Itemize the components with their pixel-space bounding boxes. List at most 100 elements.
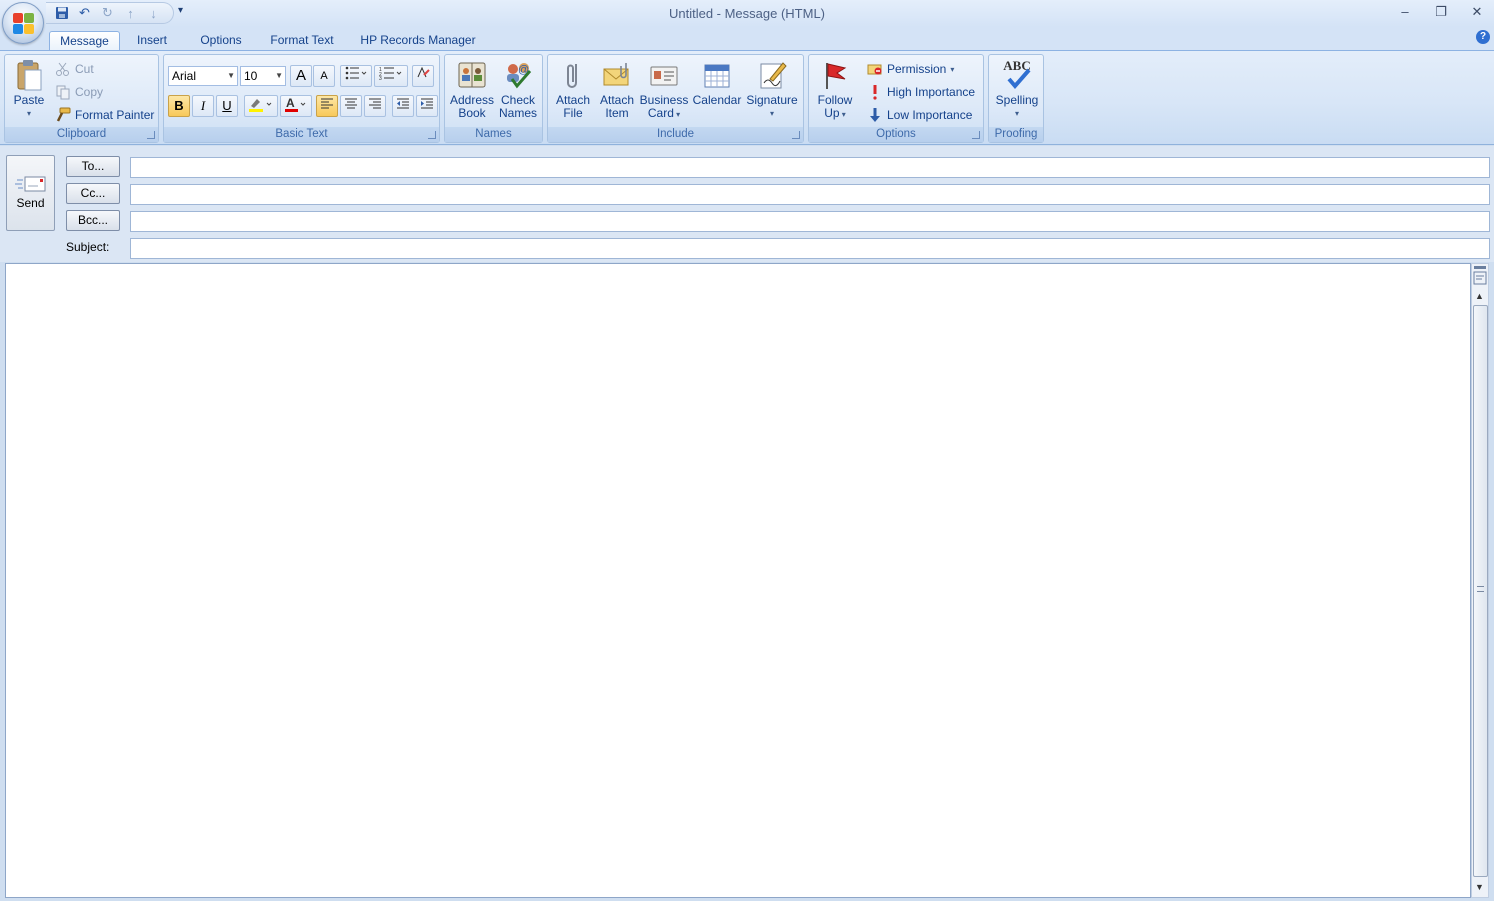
grow-font-button[interactable]: A bbox=[290, 65, 312, 87]
check-names-label-line2: Names bbox=[498, 106, 537, 120]
copy-button[interactable]: Copy bbox=[55, 83, 103, 101]
check-names-button[interactable]: @ Check Names bbox=[495, 59, 541, 120]
paste-button[interactable]: Paste ▾ bbox=[9, 59, 49, 120]
bcc-field[interactable] bbox=[130, 211, 1490, 232]
to-field[interactable] bbox=[130, 157, 1490, 178]
follow-up-button[interactable]: Follow Up ▾ bbox=[813, 59, 857, 121]
attach-item-button[interactable]: Attach Item bbox=[596, 59, 638, 120]
business-card-button[interactable]: Business Card ▾ bbox=[639, 59, 689, 121]
high-importance-button[interactable]: High Importance bbox=[867, 83, 975, 101]
cc-field[interactable] bbox=[130, 184, 1490, 205]
tab-message[interactable]: Message bbox=[49, 31, 120, 52]
split-handle-icon[interactable] bbox=[1474, 266, 1486, 269]
subject-label: Subject: bbox=[66, 240, 110, 254]
follow-up-label-line2: Up ▾ bbox=[813, 107, 857, 121]
font-name-select[interactable]: Arial ▼ bbox=[168, 66, 238, 86]
chevron-down-icon: ▾ bbox=[950, 64, 955, 74]
chevron-down-icon: ▾ bbox=[1014, 109, 1019, 118]
signature-icon bbox=[756, 59, 788, 91]
message-body[interactable] bbox=[5, 263, 1471, 898]
clipboard-launcher-icon[interactable] bbox=[147, 131, 155, 139]
basic-text-group: Arial ▼ 10 ▼ A A 123 B I U A Basic Text bbox=[163, 54, 440, 143]
align-left-icon bbox=[321, 98, 333, 109]
calendar-icon bbox=[701, 59, 733, 91]
spelling-button[interactable]: ABC Spelling ▾ bbox=[991, 59, 1043, 120]
tab-format-text[interactable]: Format Text bbox=[262, 31, 342, 52]
cc-button[interactable]: Cc... bbox=[66, 183, 120, 204]
clear-formatting-button[interactable] bbox=[412, 65, 434, 87]
bullets-icon bbox=[345, 66, 367, 80]
tab-insert[interactable]: Insert bbox=[126, 31, 178, 52]
decrease-indent-icon bbox=[397, 98, 409, 109]
bullets-button[interactable] bbox=[340, 65, 372, 87]
font-color-button[interactable]: A bbox=[280, 95, 312, 117]
address-book-button[interactable]: Address Book bbox=[448, 59, 496, 120]
subject-field[interactable] bbox=[130, 238, 1490, 259]
scroll-down-icon[interactable]: ▼ bbox=[1475, 882, 1484, 892]
bold-label: B bbox=[174, 98, 184, 113]
signature-button[interactable]: Signature ▾ bbox=[744, 59, 800, 120]
tab-options[interactable]: Options bbox=[190, 31, 252, 52]
format-painter-button[interactable]: Format Painter bbox=[55, 106, 154, 124]
cut-button[interactable]: Cut bbox=[55, 60, 94, 78]
send-button[interactable]: Send bbox=[6, 155, 55, 231]
numbering-button[interactable]: 123 bbox=[374, 65, 408, 87]
include-group-label: Include bbox=[548, 127, 803, 142]
tab-hp-records-manager[interactable]: HP Records Manager bbox=[354, 31, 482, 52]
maximize-button[interactable]: ❐ bbox=[1426, 2, 1456, 22]
attach-item-label-line2: Item bbox=[605, 106, 629, 120]
options-group: Follow Up ▾ Permission ▾ High Importance… bbox=[808, 54, 984, 143]
minimize-button[interactable]: – bbox=[1390, 2, 1420, 22]
ribbon: Paste ▾ Cut Copy Format Painter Clipboar… bbox=[0, 50, 1494, 145]
bcc-button[interactable]: Bcc... bbox=[66, 210, 120, 231]
shrink-font-button[interactable]: A bbox=[313, 65, 335, 87]
format-painter-label: Format Painter bbox=[75, 108, 155, 122]
scroll-up-icon[interactable]: ▲ bbox=[1475, 291, 1484, 301]
close-button[interactable]: ✕ bbox=[1462, 2, 1492, 22]
paste-dropdown-icon[interactable]: ▾ bbox=[9, 107, 49, 120]
office-button[interactable] bbox=[2, 2, 44, 44]
font-name-value: Arial bbox=[172, 69, 197, 83]
to-button[interactable]: To... bbox=[66, 156, 120, 177]
align-center-button[interactable] bbox=[340, 95, 362, 117]
underline-button[interactable]: U bbox=[216, 95, 238, 117]
scroll-thumb[interactable] bbox=[1473, 305, 1488, 877]
address-book-icon bbox=[456, 59, 488, 91]
decrease-indent-button[interactable] bbox=[392, 95, 414, 117]
title-bar: ↶ ↻ ↑ ↓ ▾ Untitled - Message (HTML) – ❐ … bbox=[0, 0, 1494, 27]
shrink-font-label: A bbox=[320, 70, 328, 82]
svg-text:A: A bbox=[286, 96, 295, 110]
attach-file-button[interactable]: Attach File bbox=[552, 59, 594, 120]
italic-button[interactable]: I bbox=[192, 95, 214, 117]
underline-label: U bbox=[222, 98, 232, 113]
basic-text-group-label: Basic Text bbox=[164, 127, 439, 142]
paperclip-icon bbox=[557, 59, 589, 91]
numbering-icon: 123 bbox=[379, 67, 402, 82]
clipboard-group: Paste ▾ Cut Copy Format Painter Clipboar… bbox=[4, 54, 159, 143]
highlight-button[interactable] bbox=[244, 95, 278, 117]
increase-indent-button[interactable] bbox=[416, 95, 438, 117]
align-left-button[interactable] bbox=[316, 95, 338, 117]
options-launcher-icon[interactable] bbox=[972, 131, 980, 139]
check-names-icon: @ bbox=[502, 59, 534, 91]
scissors-icon bbox=[55, 61, 71, 77]
permission-button[interactable]: Permission ▾ bbox=[867, 60, 954, 78]
attach-file-label-line2: File bbox=[563, 106, 583, 120]
bold-button[interactable]: B bbox=[168, 95, 190, 117]
ruler-toggle-icon[interactable] bbox=[1473, 271, 1487, 285]
include-launcher-icon[interactable] bbox=[792, 131, 800, 139]
window-title: Untitled - Message (HTML) bbox=[668, 6, 826, 21]
low-importance-button[interactable]: Low Importance bbox=[867, 106, 972, 124]
paste-label: Paste bbox=[13, 93, 45, 107]
basic-text-launcher-icon[interactable] bbox=[428, 131, 436, 139]
help-icon[interactable]: ? bbox=[1476, 30, 1490, 44]
align-right-button[interactable] bbox=[364, 95, 386, 117]
calendar-label: Calendar bbox=[692, 93, 742, 107]
calendar-button[interactable]: Calendar bbox=[691, 59, 743, 107]
cut-label: Cut bbox=[75, 62, 94, 76]
vertical-scrollbar[interactable]: ▲ ▼ bbox=[1471, 263, 1489, 898]
down-arrow-icon bbox=[867, 107, 883, 123]
names-group-label: Names bbox=[445, 127, 542, 142]
font-size-select[interactable]: 10 ▼ bbox=[240, 66, 286, 86]
proofing-group-label: Proofing bbox=[989, 127, 1043, 142]
